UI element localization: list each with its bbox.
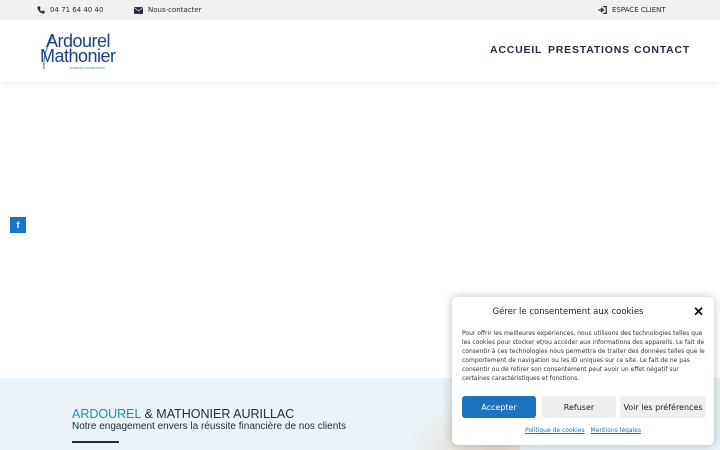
site-header: Ardourel Mathonier experts-comptables AC… — [0, 20, 720, 82]
nav-item-accueil[interactable]: ACCUEIL — [490, 44, 542, 56]
logo-tagline: experts-comptables — [70, 66, 105, 70]
contact-link[interactable]: Nous-contacter — [134, 0, 202, 20]
phone-link[interactable]: 04 71 64 40 40 — [37, 0, 103, 20]
nav-item-contact[interactable]: CONTACT — [634, 44, 690, 56]
phone-icon — [37, 6, 45, 14]
cookie-title: Gérer le consentement aux cookies — [492, 307, 644, 317]
phone-number: 04 71 64 40 40 — [50, 6, 104, 14]
client-space-label: ESPACE CLIENT — [612, 6, 666, 14]
preferences-button[interactable]: Voir les préférences — [620, 396, 706, 418]
intro-divider — [72, 441, 119, 443]
cookie-text: Pour offrir les meilleures expériences, … — [462, 330, 705, 382]
close-icon[interactable]: ✕ — [693, 305, 704, 318]
legal-notice-link[interactable]: Mentions légales — [591, 427, 642, 434]
sign-in-icon — [598, 6, 607, 14]
cookie-consent-panel: Gérer le consentement aux cookies ✕ Pour… — [452, 297, 714, 445]
cookie-policy-link[interactable]: Politique de cookies — [525, 427, 585, 434]
cookie-links: Politique de cookies Mentions légales — [452, 427, 714, 434]
site-logo[interactable]: Ardourel Mathonier experts-comptables — [40, 31, 120, 73]
intro-title-rest: & MATHONIER AURILLAC — [144, 407, 295, 421]
envelope-icon — [134, 6, 143, 14]
accept-button[interactable]: Accepter — [462, 396, 536, 418]
refuse-button[interactable]: Refuser — [542, 396, 616, 418]
logo-line-2: Mathonier — [40, 46, 116, 66]
intro-subtitle: Notre engagement envers la réussite fina… — [72, 421, 347, 432]
intro-title-brand: ARDOUREL — [72, 407, 141, 421]
nav-item-prestations[interactable]: PRESTATIONS — [548, 44, 630, 56]
client-space-link[interactable]: ESPACE CLIENT — [598, 0, 666, 20]
facebook-button[interactable]: f — [10, 217, 26, 233]
contact-label: Nous-contacter — [148, 6, 202, 14]
top-bar: 04 71 64 40 40 Nous-contacter ESPACE CLI… — [0, 0, 720, 20]
intro-title: ARDOUREL & MATHONIER AURILLAC — [72, 407, 294, 421]
facebook-icon: f — [16, 220, 20, 230]
